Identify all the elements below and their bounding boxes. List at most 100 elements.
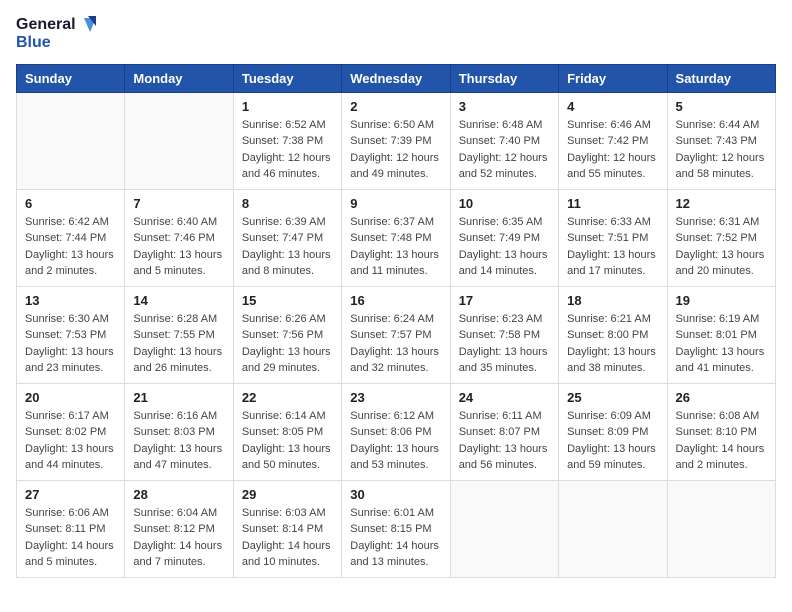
- calendar-cell: [450, 480, 558, 577]
- calendar-cell: 27 Sunrise: 6:06 AMSunset: 8:11 PMDayligh…: [17, 480, 125, 577]
- calendar-cell: 4Sunrise: 6:46 AMSunset: 7:42 PMDaylight…: [559, 92, 667, 189]
- logo-general: General: [16, 16, 76, 34]
- day-info: Sunrise: 6:19 AMSunset: 8:01 PMDaylight:…: [676, 311, 767, 377]
- calendar-cell: 24Sunrise: 6:11 AMSunset: 8:07 PMDayligh…: [450, 383, 558, 480]
- calendar-cell: 18Sunrise: 6:21 AMSunset: 8:00 PMDayligh…: [559, 286, 667, 383]
- day-info: Sunrise: 6:31 AMSunset: 7:52 PMDaylight:…: [676, 214, 767, 280]
- day-number: 10: [459, 196, 550, 211]
- day-number: 29: [242, 487, 333, 502]
- logo-text: General Blue: [16, 16, 96, 52]
- day-number: 1: [242, 99, 333, 114]
- weekday-header-tuesday: Tuesday: [233, 64, 341, 92]
- day-number: 22: [242, 390, 333, 405]
- logo-triangle-icon: [78, 16, 96, 34]
- day-number: 3: [459, 99, 550, 114]
- week-row-4: 20 Sunrise: 6:17 AMSunset: 8:02 PMDayligh…: [17, 383, 776, 480]
- day-number: 28: [133, 487, 224, 502]
- day-number: 20: [25, 390, 116, 405]
- weekday-header-row: SundayMondayTuesdayWednesdayThursdayFrid…: [17, 64, 776, 92]
- day-info: Sunrise: 6:28 AMSunset: 7:55 PMDaylight:…: [133, 311, 224, 377]
- calendar-cell: 16 Sunrise: 6:24 AMSunset: 7:57 PMDayligh…: [342, 286, 450, 383]
- week-row-2: 6 Sunrise: 6:42 AMSunset: 7:44 PMDaylight…: [17, 189, 776, 286]
- day-info: Sunrise: 6:52 AMSunset: 7:38 PMDaylight:…: [242, 117, 333, 183]
- calendar-cell: 5 Sunrise: 6:44 AMSunset: 7:43 PMDaylight…: [667, 92, 775, 189]
- calendar-cell: 23Sunrise: 6:12 AMSunset: 8:06 PMDayligh…: [342, 383, 450, 480]
- calendar-cell: [17, 92, 125, 189]
- day-info: Sunrise: 6:24 AMSunset: 7:57 PMDaylight:…: [350, 311, 441, 377]
- week-row-3: 13 Sunrise: 6:30 AMSunset: 7:53 PMDayligh…: [17, 286, 776, 383]
- day-info: Sunrise: 6:04 AMSunset: 8:12 PMDaylight:…: [133, 505, 224, 571]
- day-info: Sunrise: 6:26 AMSunset: 7:56 PMDaylight:…: [242, 311, 333, 377]
- day-info: Sunrise: 6:39 AMSunset: 7:47 PMDaylight:…: [242, 214, 333, 280]
- day-number: 13: [25, 293, 116, 308]
- calendar-cell: 29 Sunrise: 6:03 AMSunset: 8:14 PMDayligh…: [233, 480, 341, 577]
- week-row-5: 27 Sunrise: 6:06 AMSunset: 8:11 PMDayligh…: [17, 480, 776, 577]
- day-number: 19: [676, 293, 767, 308]
- calendar-cell: [125, 92, 233, 189]
- day-info: Sunrise: 6:40 AMSunset: 7:46 PMDaylight:…: [133, 214, 224, 280]
- calendar-cell: 1 Sunrise: 6:52 AMSunset: 7:38 PMDaylight…: [233, 92, 341, 189]
- calendar-cell: 2Sunrise: 6:50 AMSunset: 7:39 PMDaylight…: [342, 92, 450, 189]
- day-number: 30: [350, 487, 441, 502]
- day-info: Sunrise: 6:35 AMSunset: 7:49 PMDaylight:…: [459, 214, 550, 280]
- day-number: 8: [242, 196, 333, 211]
- day-number: 15: [242, 293, 333, 308]
- day-info: Sunrise: 6:12 AMSunset: 8:06 PMDaylight:…: [350, 408, 441, 474]
- day-info: Sunrise: 6:33 AMSunset: 7:51 PMDaylight:…: [567, 214, 658, 280]
- calendar-cell: 28 Sunrise: 6:04 AMSunset: 8:12 PMDayligh…: [125, 480, 233, 577]
- calendar-cell: 14 Sunrise: 6:28 AMSunset: 7:55 PMDayligh…: [125, 286, 233, 383]
- day-number: 26: [676, 390, 767, 405]
- calendar-cell: 25Sunrise: 6:09 AMSunset: 8:09 PMDayligh…: [559, 383, 667, 480]
- day-info: Sunrise: 6:14 AMSunset: 8:05 PMDaylight:…: [242, 408, 333, 474]
- calendar-cell: 11 Sunrise: 6:33 AMSunset: 7:51 PMDayligh…: [559, 189, 667, 286]
- calendar-cell: [559, 480, 667, 577]
- calendar-cell: 30 Sunrise: 6:01 AMSunset: 8:15 PMDayligh…: [342, 480, 450, 577]
- calendar-cell: 7 Sunrise: 6:40 AMSunset: 7:46 PMDaylight…: [125, 189, 233, 286]
- day-info: Sunrise: 6:42 AMSunset: 7:44 PMDaylight:…: [25, 214, 116, 280]
- day-number: 4: [567, 99, 658, 114]
- day-number: 18: [567, 293, 658, 308]
- day-number: 21: [133, 390, 224, 405]
- day-number: 7: [133, 196, 224, 211]
- day-info: Sunrise: 6:50 AMSunset: 7:39 PMDaylight:…: [350, 117, 441, 183]
- day-info: Sunrise: 6:17 AMSunset: 8:02 PMDaylight:…: [25, 408, 116, 474]
- day-info: Sunrise: 6:16 AMSunset: 8:03 PMDaylight:…: [133, 408, 224, 474]
- page-header: General Blue: [16, 16, 776, 52]
- day-info: Sunrise: 6:23 AMSunset: 7:58 PMDaylight:…: [459, 311, 550, 377]
- day-number: 27: [25, 487, 116, 502]
- calendar-cell: 17 Sunrise: 6:23 AMSunset: 7:58 PMDayligh…: [450, 286, 558, 383]
- calendar-cell: 15 Sunrise: 6:26 AMSunset: 7:56 PMDayligh…: [233, 286, 341, 383]
- calendar-cell: 21 Sunrise: 6:16 AMSunset: 8:03 PMDayligh…: [125, 383, 233, 480]
- calendar-cell: 13 Sunrise: 6:30 AMSunset: 7:53 PMDayligh…: [17, 286, 125, 383]
- day-number: 16: [350, 293, 441, 308]
- calendar-cell: 10 Sunrise: 6:35 AMSunset: 7:49 PMDayligh…: [450, 189, 558, 286]
- calendar-cell: 6 Sunrise: 6:42 AMSunset: 7:44 PMDaylight…: [17, 189, 125, 286]
- day-number: 9: [350, 196, 441, 211]
- logo: General Blue: [16, 16, 96, 52]
- week-row-1: 1 Sunrise: 6:52 AMSunset: 7:38 PMDaylight…: [17, 92, 776, 189]
- day-number: 14: [133, 293, 224, 308]
- calendar-cell: 3Sunrise: 6:48 AMSunset: 7:40 PMDaylight…: [450, 92, 558, 189]
- weekday-header-wednesday: Wednesday: [342, 64, 450, 92]
- weekday-header-saturday: Saturday: [667, 64, 775, 92]
- weekday-header-thursday: Thursday: [450, 64, 558, 92]
- calendar-cell: 22 Sunrise: 6:14 AMSunset: 8:05 PMDayligh…: [233, 383, 341, 480]
- calendar-cell: 26Sunrise: 6:08 AMSunset: 8:10 PMDayligh…: [667, 383, 775, 480]
- calendar-cell: [667, 480, 775, 577]
- calendar-cell: 8 Sunrise: 6:39 AMSunset: 7:47 PMDaylight…: [233, 189, 341, 286]
- day-info: Sunrise: 6:44 AMSunset: 7:43 PMDaylight:…: [676, 117, 767, 183]
- day-info: Sunrise: 6:37 AMSunset: 7:48 PMDaylight:…: [350, 214, 441, 280]
- day-number: 17: [459, 293, 550, 308]
- day-number: 6: [25, 196, 116, 211]
- day-info: Sunrise: 6:30 AMSunset: 7:53 PMDaylight:…: [25, 311, 116, 377]
- calendar-cell: 19 Sunrise: 6:19 AMSunset: 8:01 PMDayligh…: [667, 286, 775, 383]
- day-number: 11: [567, 196, 658, 211]
- day-info: Sunrise: 6:03 AMSunset: 8:14 PMDaylight:…: [242, 505, 333, 571]
- weekday-header-monday: Monday: [125, 64, 233, 92]
- day-info: Sunrise: 6:11 AMSunset: 8:07 PMDaylight:…: [459, 408, 550, 474]
- day-info: Sunrise: 6:06 AMSunset: 8:11 PMDaylight:…: [25, 505, 116, 571]
- calendar-cell: 9 Sunrise: 6:37 AMSunset: 7:48 PMDaylight…: [342, 189, 450, 286]
- day-info: Sunrise: 6:01 AMSunset: 8:15 PMDaylight:…: [350, 505, 441, 571]
- calendar-table: SundayMondayTuesdayWednesdayThursdayFrid…: [16, 64, 776, 578]
- day-number: 5: [676, 99, 767, 114]
